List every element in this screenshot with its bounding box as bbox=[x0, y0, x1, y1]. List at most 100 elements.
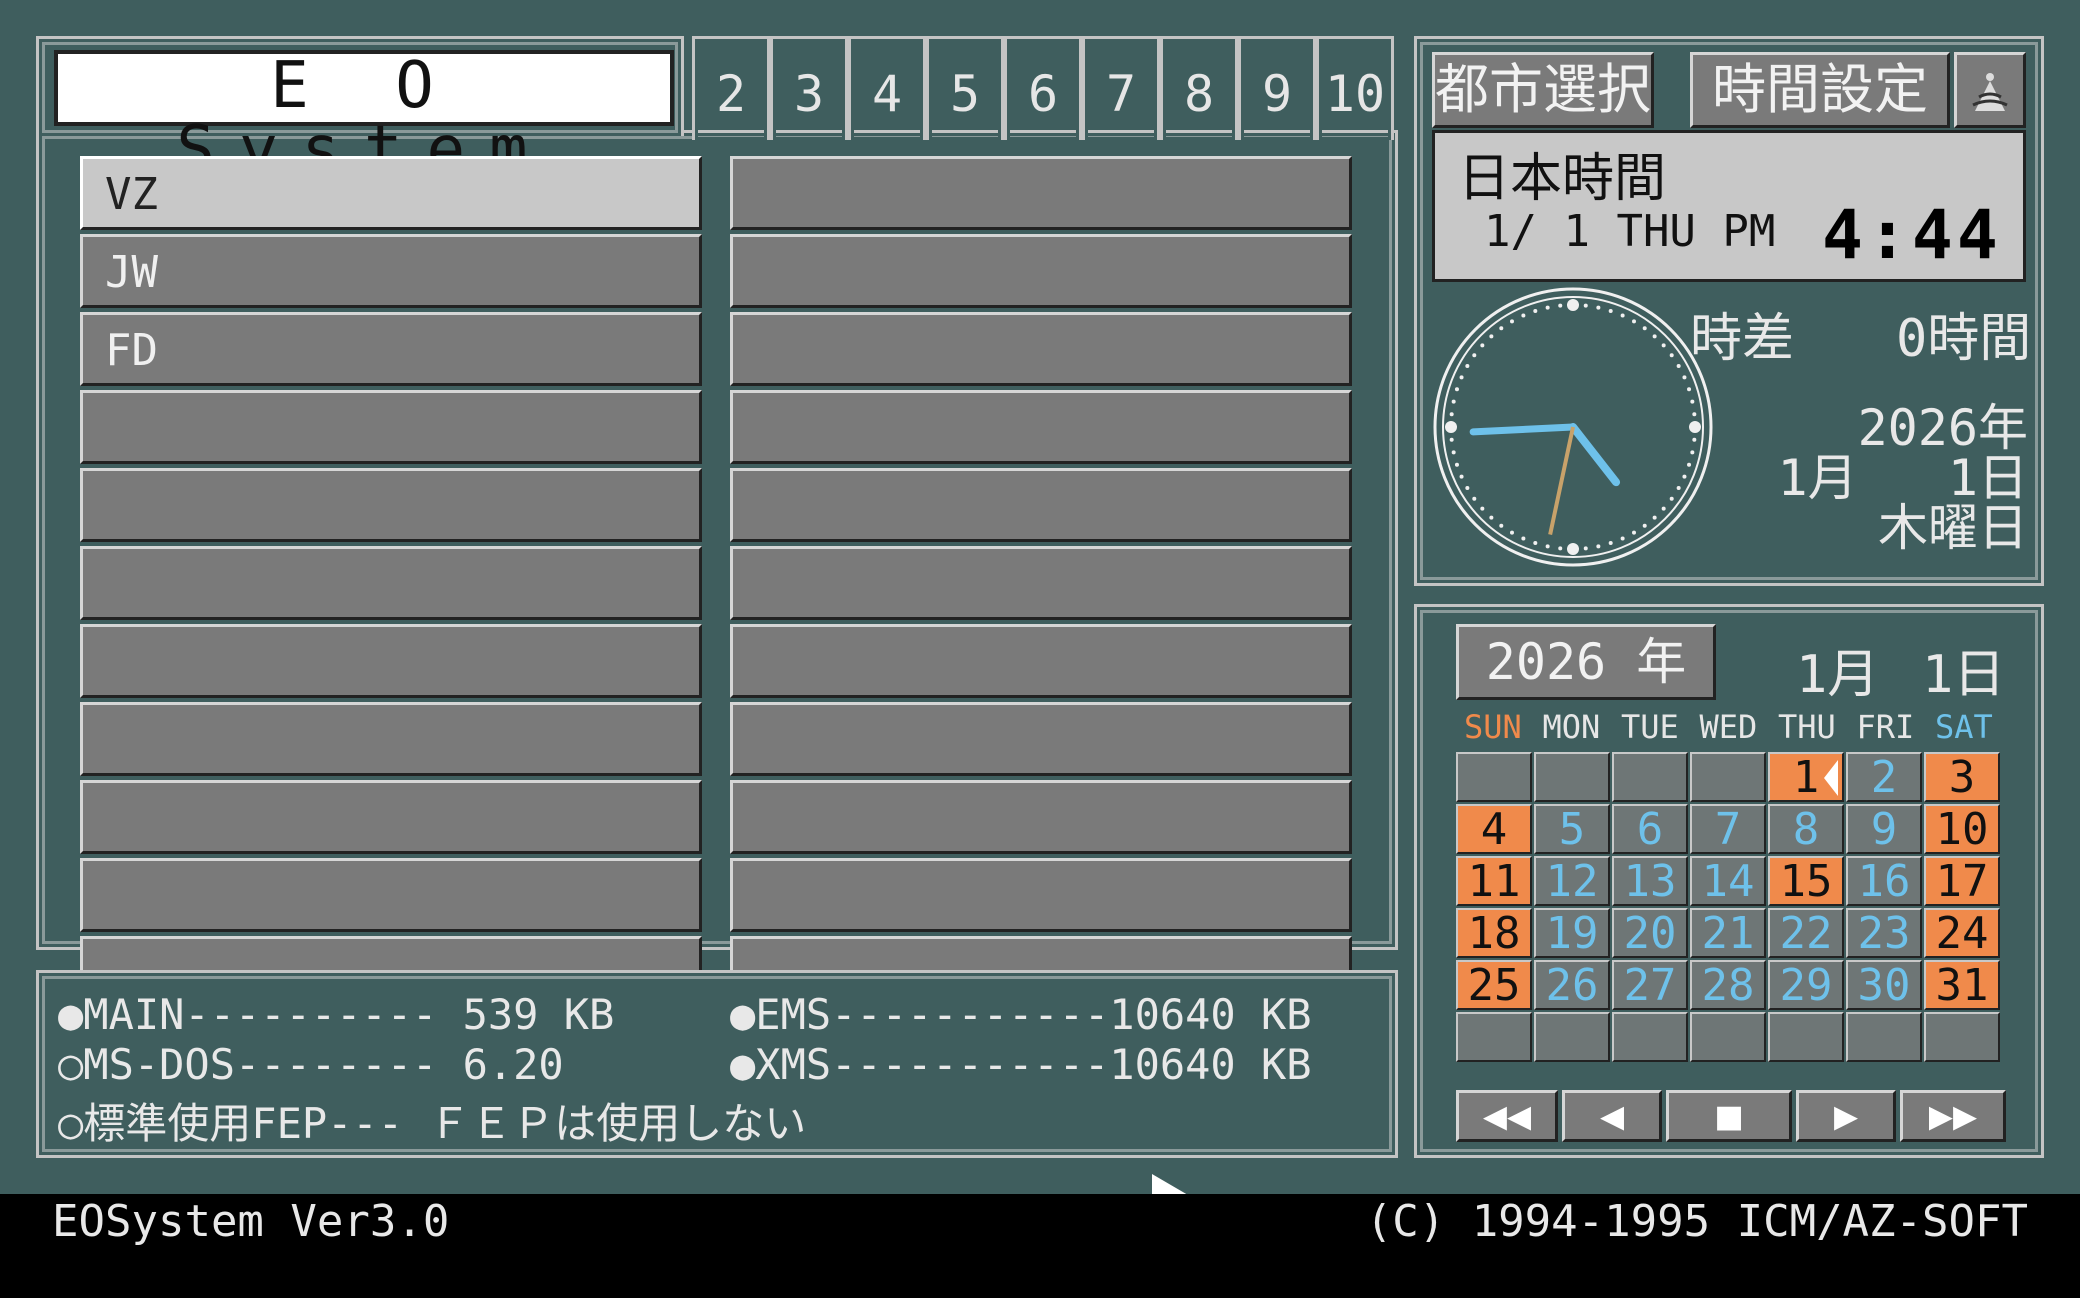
calendar-day-30[interactable]: 30 bbox=[1846, 960, 1922, 1010]
menu-left-item[interactable] bbox=[80, 780, 702, 854]
menu-left-item[interactable] bbox=[80, 624, 702, 698]
ems-memory-info: ●EMS-----------10640 KB bbox=[730, 990, 1312, 1039]
tab-6[interactable]: 6 bbox=[1004, 36, 1082, 140]
calendar-day-4[interactable]: 4 bbox=[1456, 804, 1532, 854]
calendar-day-18[interactable]: 18 bbox=[1456, 908, 1532, 958]
calendar-day-29[interactable]: 29 bbox=[1768, 960, 1844, 1010]
calendar-day-15[interactable]: 15 bbox=[1768, 856, 1844, 906]
clock-tick bbox=[1632, 530, 1636, 535]
calendar-day-11[interactable]: 11 bbox=[1456, 856, 1532, 906]
menu-right-item[interactable] bbox=[730, 546, 1352, 620]
calendar-day-14[interactable]: 14 bbox=[1690, 856, 1766, 906]
time-difference-value: 0時間 bbox=[1896, 309, 2032, 369]
calendar-day-21[interactable]: 21 bbox=[1690, 908, 1766, 958]
clock-tick bbox=[1583, 303, 1588, 308]
calendar-day-10[interactable]: 10 bbox=[1924, 804, 2000, 854]
tab-10[interactable]: 10 bbox=[1316, 36, 1394, 140]
menu-left-item[interactable] bbox=[80, 468, 702, 542]
weekday-tue: TUE bbox=[1621, 708, 1679, 746]
calendar-day-13[interactable]: 13 bbox=[1612, 856, 1688, 906]
calendar-empty-cell bbox=[1456, 752, 1532, 802]
calendar-day-25[interactable]: 25 bbox=[1456, 960, 1532, 1010]
menu-left-item[interactable]: VZ bbox=[80, 156, 702, 230]
calendar-day-6[interactable]: 6 bbox=[1612, 804, 1688, 854]
prev-month-button[interactable]: ◀ bbox=[1562, 1090, 1662, 1142]
menu-right-item[interactable] bbox=[730, 390, 1352, 464]
menu-left-item[interactable]: JW bbox=[80, 234, 702, 308]
calendar-day-17[interactable]: 17 bbox=[1924, 856, 2000, 906]
second-hand bbox=[1548, 426, 1575, 536]
clock-tick bbox=[1632, 319, 1636, 324]
calendar-day-27[interactable]: 27 bbox=[1612, 960, 1688, 1010]
tab-9[interactable]: 9 bbox=[1238, 36, 1316, 140]
clock-tick bbox=[1620, 313, 1625, 318]
menu-right-item[interactable] bbox=[730, 780, 1352, 854]
menu-right-item[interactable] bbox=[730, 624, 1352, 698]
weekday-text: 木曜日 bbox=[1878, 499, 2028, 557]
next-year-button[interactable]: ▶▶ bbox=[1900, 1090, 2006, 1142]
tab-5[interactable]: 5 bbox=[926, 36, 1004, 140]
calendar-day-31[interactable]: 31 bbox=[1924, 960, 2000, 1010]
menu-left-item[interactable] bbox=[80, 546, 702, 620]
clock-tick bbox=[1652, 515, 1657, 520]
app-title: E O System bbox=[54, 50, 674, 182]
menu-left-item[interactable] bbox=[80, 858, 702, 932]
city-select-button[interactable]: 都市選択 bbox=[1432, 52, 1654, 128]
calendar-empty-cell bbox=[1768, 1012, 1844, 1062]
clock-tick bbox=[1642, 326, 1647, 331]
speaker-button[interactable] bbox=[1954, 52, 2026, 128]
clock-tick bbox=[1480, 343, 1485, 348]
menu-right-item[interactable] bbox=[730, 858, 1352, 932]
menu-right-item[interactable] bbox=[730, 468, 1352, 542]
clock-tick bbox=[1451, 399, 1456, 404]
calendar-day-22[interactable]: 22 bbox=[1768, 908, 1844, 958]
menu-right-item[interactable] bbox=[730, 156, 1352, 230]
calendar-day-7[interactable]: 7 bbox=[1690, 804, 1766, 854]
clock-tick bbox=[1489, 334, 1494, 339]
fep-info[interactable]: ○標準使用FEP--- ＦＥＰは使用しない bbox=[58, 1090, 806, 1151]
next-month-button[interactable]: ▶ bbox=[1796, 1090, 1896, 1142]
calendar-day-19[interactable]: 19 bbox=[1534, 908, 1610, 958]
menu-left-item[interactable] bbox=[80, 390, 702, 464]
city-name: 日本時間 bbox=[1458, 149, 1667, 209]
calendar-day-9[interactable]: 9 bbox=[1846, 804, 1922, 854]
clock-tick bbox=[1652, 334, 1657, 339]
clock-tick bbox=[1608, 308, 1613, 313]
selected-day-marker bbox=[1824, 760, 1838, 796]
calendar-month: 1月 bbox=[1796, 645, 1880, 705]
calendar-day-20[interactable]: 20 bbox=[1612, 908, 1688, 958]
calendar-empty-cell bbox=[1924, 1012, 2000, 1062]
clock-tick bbox=[1451, 450, 1456, 455]
calendar-day-23[interactable]: 23 bbox=[1846, 908, 1922, 958]
calendar-day-1[interactable]: 1 bbox=[1768, 752, 1844, 802]
menu-right-item[interactable] bbox=[730, 234, 1352, 308]
calendar-day-3[interactable]: 3 bbox=[1924, 752, 2000, 802]
menu-left-item[interactable] bbox=[80, 702, 702, 776]
calendar-day-5[interactable]: 5 bbox=[1534, 804, 1610, 854]
calendar-day-2[interactable]: 2 bbox=[1846, 752, 1922, 802]
year-button[interactable]: 2026 年 bbox=[1456, 624, 1716, 700]
clock-tick bbox=[1682, 474, 1687, 479]
prev-year-button[interactable]: ◀◀ bbox=[1456, 1090, 1558, 1142]
calendar-day-24[interactable]: 24 bbox=[1924, 908, 2000, 958]
calendar-day-12[interactable]: 12 bbox=[1534, 856, 1610, 906]
menu-right-item[interactable] bbox=[730, 702, 1352, 776]
tab-8[interactable]: 8 bbox=[1160, 36, 1238, 140]
menu-left-item[interactable]: FD bbox=[80, 312, 702, 386]
tab-3[interactable]: 3 bbox=[770, 36, 848, 140]
calendar-day-26[interactable]: 26 bbox=[1534, 960, 1610, 1010]
tab-7[interactable]: 7 bbox=[1082, 36, 1160, 140]
today-button[interactable]: ■ bbox=[1666, 1090, 1792, 1142]
calendar-day-16[interactable]: 16 bbox=[1846, 856, 1922, 906]
clock-tick bbox=[1642, 523, 1647, 528]
time-set-button[interactable]: 時間設定 bbox=[1690, 52, 1950, 128]
menu-right-item[interactable] bbox=[730, 312, 1352, 386]
calendar-day-8[interactable]: 8 bbox=[1768, 804, 1844, 854]
tab-4[interactable]: 4 bbox=[848, 36, 926, 140]
clock-tick bbox=[1454, 462, 1459, 467]
tab-2[interactable]: 2 bbox=[692, 36, 770, 140]
calendar-day-28[interactable]: 28 bbox=[1690, 960, 1766, 1010]
calendar-day: 1日 bbox=[1922, 645, 2006, 705]
minute-hand bbox=[1469, 423, 1577, 436]
clock-tick bbox=[1596, 544, 1601, 549]
